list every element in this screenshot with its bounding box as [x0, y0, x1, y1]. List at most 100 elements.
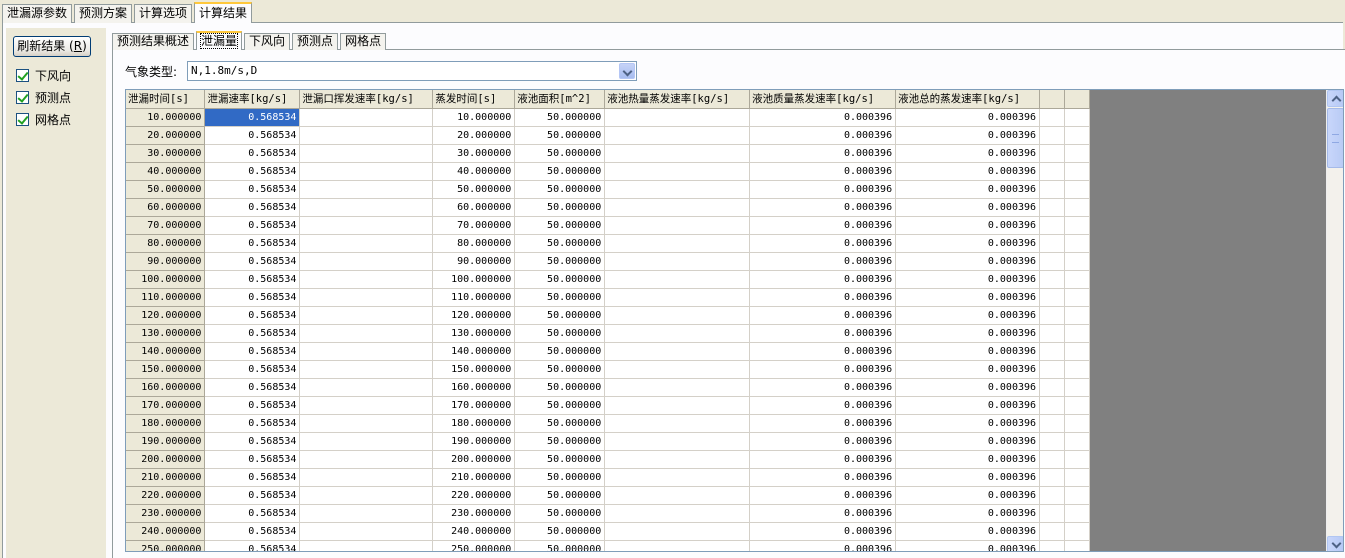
table-row[interactable]: 80.000000 0.568534 80.000000 50.000000 0.000…	[126, 234, 1091, 253]
subtab-3[interactable]: 预测点	[292, 33, 339, 50]
table-cell[interactable]	[299, 324, 434, 343]
table-row[interactable]: 130.000000 0.568534 130.000000 50.000000 0.0…	[126, 324, 1091, 343]
table-cell[interactable]: 0.000396	[895, 126, 1041, 145]
row-header-cell[interactable]: 150.000000	[126, 360, 206, 379]
table-cell[interactable]: 0.000396	[895, 486, 1041, 505]
table-cell[interactable]: 210.000000	[432, 468, 516, 487]
table-cell[interactable]: 0.568534	[204, 288, 301, 307]
table-cell[interactable]	[604, 324, 751, 343]
table-cell[interactable]: 0.568534	[204, 450, 301, 469]
table-cell[interactable]: 0.000396	[749, 270, 897, 289]
table-cell[interactable]: 50.000000	[514, 108, 606, 127]
table-cell[interactable]: 170.000000	[432, 396, 516, 415]
row-header-cell[interactable]: 50.000000	[126, 180, 206, 199]
refresh-results-button[interactable]: 刷新结果 (R)	[13, 36, 91, 57]
table-cell[interactable]: 0.000396	[749, 180, 897, 199]
table-cell[interactable]: 50.000000	[514, 468, 606, 487]
table-cell[interactable]: 50.000000	[514, 234, 606, 253]
table-cell[interactable]: 0.000396	[895, 468, 1041, 487]
table-cell[interactable]	[604, 468, 751, 487]
table-cell[interactable]: 0.000396	[895, 360, 1041, 379]
table-cell[interactable]	[604, 288, 751, 307]
table-cell[interactable]: 0.000396	[749, 504, 897, 523]
column-header[interactable]: 蒸发时间[s]	[432, 90, 516, 109]
column-header[interactable]: 泄漏速率[kg/s]	[204, 90, 301, 109]
table-cell[interactable]: 0.568534	[204, 414, 301, 433]
table-cell[interactable]: 0.000396	[895, 306, 1041, 325]
row-header-cell[interactable]: 210.000000	[126, 468, 206, 487]
table-cell[interactable]	[604, 432, 751, 451]
table-cell[interactable]: 0.000396	[749, 468, 897, 487]
table-cell[interactable]: 0.568534	[204, 216, 301, 235]
table-cell[interactable]: 30.000000	[432, 144, 516, 163]
row-header-cell[interactable]: 80.000000	[126, 234, 206, 253]
table-cell[interactable]: 230.000000	[432, 504, 516, 523]
row-header-cell[interactable]: 250.000000	[126, 540, 206, 551]
table-cell[interactable]: 50.000000	[514, 324, 606, 343]
row-header-cell[interactable]: 190.000000	[126, 432, 206, 451]
table-cell[interactable]: 60.000000	[432, 198, 516, 217]
table-cell[interactable]	[604, 270, 751, 289]
table-cell[interactable]	[604, 126, 751, 145]
table-cell[interactable]: 0.000396	[749, 306, 897, 325]
row-header-cell[interactable]: 10.000000	[126, 108, 206, 127]
table-cell[interactable]: 0.000396	[895, 234, 1041, 253]
table-row[interactable]: 60.000000 0.568534 60.000000 50.000000 0.000…	[126, 198, 1091, 217]
row-header-cell[interactable]: 170.000000	[126, 396, 206, 415]
table-cell[interactable]: 180.000000	[432, 414, 516, 433]
table-cell[interactable]: 50.000000	[514, 144, 606, 163]
table-cell[interactable]	[299, 270, 434, 289]
table-cell[interactable]	[299, 108, 434, 127]
table-cell[interactable]: 0.000396	[895, 504, 1041, 523]
table-cell[interactable]: 0.000396	[749, 522, 897, 541]
table-cell[interactable]: 0.568534	[204, 324, 301, 343]
table-cell[interactable]	[604, 108, 751, 127]
table-cell[interactable]: 90.000000	[432, 252, 516, 271]
row-header-cell[interactable]: 20.000000	[126, 126, 206, 145]
table-cell[interactable]: 50.000000	[514, 198, 606, 217]
table-cell[interactable]: 50.000000	[514, 360, 606, 379]
table-cell[interactable]	[604, 450, 751, 469]
tab-0[interactable]: 泄漏源参数	[2, 4, 73, 23]
table-cell[interactable]: 70.000000	[432, 216, 516, 235]
column-header[interactable]: 液池质量蒸发速率[kg/s]	[749, 90, 897, 109]
table-cell[interactable]: 20.000000	[432, 126, 516, 145]
row-header-cell[interactable]: 230.000000	[126, 504, 206, 523]
table-cell[interactable]: 0.000396	[749, 216, 897, 235]
table-cell[interactable]: 0.000396	[749, 108, 897, 127]
table-row[interactable]: 20.000000 0.568534 20.000000 50.000000 0.000…	[126, 126, 1091, 145]
scroll-thumb[interactable]	[1327, 108, 1343, 168]
table-cell[interactable]: 240.000000	[432, 522, 516, 541]
table-cell[interactable]: 0.000396	[749, 486, 897, 505]
table-cell[interactable]: 40.000000	[432, 162, 516, 181]
row-header-cell[interactable]: 220.000000	[126, 486, 206, 505]
table-cell[interactable]	[299, 450, 434, 469]
grid-point-checkbox[interactable]: 网格点	[16, 111, 71, 128]
table-cell[interactable]: 50.000000	[514, 270, 606, 289]
table-cell[interactable]	[299, 342, 434, 361]
column-header[interactable]: 泄漏口挥发速率[kg/s]	[299, 90, 434, 109]
row-header-cell[interactable]: 140.000000	[126, 342, 206, 361]
table-cell[interactable]: 0.568534	[204, 522, 301, 541]
table-cell[interactable]: 150.000000	[432, 360, 516, 379]
table-cell[interactable]: 130.000000	[432, 324, 516, 343]
table-cell[interactable]: 0.568534	[204, 180, 301, 199]
table-row[interactable]: 210.000000 0.568534 210.000000 50.000000 0.0…	[126, 468, 1091, 487]
column-header[interactable]: 液池热量蒸发速率[kg/s]	[604, 90, 751, 109]
table-cell[interactable]: 190.000000	[432, 432, 516, 451]
table-row[interactable]: 90.000000 0.568534 90.000000 50.000000 0.000…	[126, 252, 1091, 271]
table-cell[interactable]: 50.000000	[514, 288, 606, 307]
table-cell[interactable]	[604, 486, 751, 505]
table-cell[interactable]: 120.000000	[432, 306, 516, 325]
table-cell[interactable]: 0.000396	[749, 126, 897, 145]
table-cell[interactable]: 50.000000	[514, 504, 606, 523]
table-row[interactable]: 190.000000 0.568534 190.000000 50.000000 0.0…	[126, 432, 1091, 451]
table-cell[interactable]: 0.000396	[749, 378, 897, 397]
scroll-down-icon[interactable]	[1327, 536, 1343, 551]
table-cell[interactable]: 0.000396	[895, 432, 1041, 451]
table-cell[interactable]: 0.568534	[204, 144, 301, 163]
subtab-4[interactable]: 网格点	[340, 33, 387, 50]
tab-2[interactable]: 计算选项	[134, 4, 193, 23]
subtab-0[interactable]: 预测结果概述	[112, 33, 195, 50]
row-header-cell[interactable]: 40.000000	[126, 162, 206, 181]
